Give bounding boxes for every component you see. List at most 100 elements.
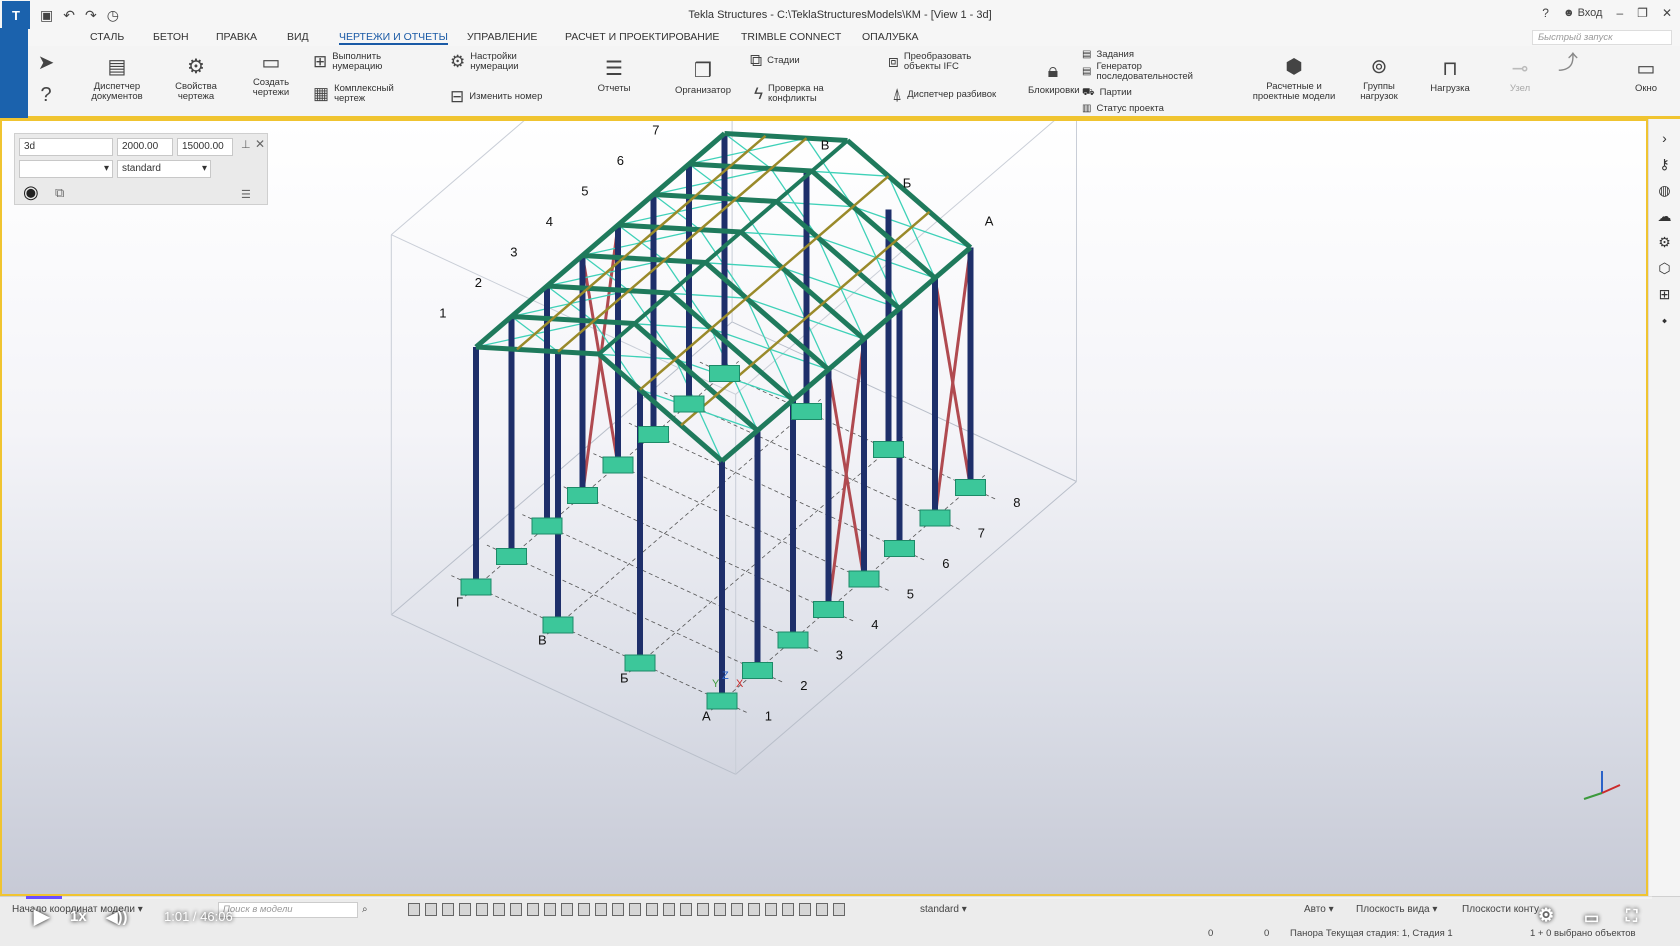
globe-icon[interactable]: ◍ bbox=[1657, 183, 1673, 197]
convert-ifc-button[interactable]: ⧈ Преобразовать объекты IFC bbox=[888, 52, 984, 72]
link-tools-button[interactable]: ⤴ bbox=[1550, 52, 1586, 78]
settings-icon[interactable]: ⚙ bbox=[1538, 905, 1554, 926]
status-representation-select[interactable]: standard ▾ bbox=[920, 904, 967, 915]
snap-tool-icon[interactable] bbox=[425, 903, 437, 916]
load-groups-button[interactable]: ⊚ Группы нагрузок bbox=[1356, 56, 1402, 103]
redo-icon[interactable]: ↷ bbox=[85, 7, 97, 24]
search-icon[interactable]: ⌕ bbox=[362, 904, 368, 915]
snap-tool-icon[interactable] bbox=[731, 903, 743, 916]
snap-tool-icon[interactable] bbox=[578, 903, 590, 916]
reports-button[interactable]: ☰ Отчеты bbox=[593, 58, 635, 94]
drawing-props-button[interactable]: ⚙ Свойства чертежа bbox=[166, 56, 226, 103]
fullscreen-icon[interactable]: ⛶ bbox=[1626, 908, 1637, 926]
load-button[interactable]: ⊓ Нагрузка bbox=[1424, 58, 1476, 94]
phases-button[interactable]: ⧉ Стадии bbox=[750, 52, 800, 70]
window-button[interactable]: ▭ Окно bbox=[1624, 58, 1668, 94]
contour-plane-select[interactable]: Плоскости конту bbox=[1462, 904, 1539, 915]
history-icon[interactable]: ◷ bbox=[107, 7, 119, 24]
tab-edit[interactable]: ПРАВКА bbox=[216, 31, 257, 43]
gear-icon[interactable]: ⚙ bbox=[1657, 235, 1673, 249]
snap-tool-icon[interactable] bbox=[629, 903, 641, 916]
tab-steel[interactable]: СТАЛЬ bbox=[90, 31, 124, 43]
inquire-tool-icon[interactable]: ? bbox=[32, 84, 60, 110]
create-drawings-button[interactable]: ▭ Создать чертежи bbox=[246, 52, 296, 99]
snap-tool-icon[interactable] bbox=[493, 903, 505, 916]
organizer-button[interactable]: ❒ Организатор bbox=[670, 60, 736, 96]
minimize-icon[interactable]: – bbox=[1616, 6, 1623, 20]
side-pane-toggle[interactable] bbox=[0, 28, 28, 118]
layout-manager-button[interactable]: ⍋ Диспетчер разбивок bbox=[892, 86, 996, 104]
restore-icon[interactable]: ❐ bbox=[1637, 6, 1648, 20]
snap-tool-icon[interactable] bbox=[476, 903, 488, 916]
snap-tool-icon[interactable] bbox=[765, 903, 777, 916]
tab-trimble-connect[interactable]: TRIMBLE CONNECT bbox=[741, 31, 841, 43]
structure-model-drawing[interactable]: АБВГ1122334455667788АБВГYZX bbox=[2, 121, 1646, 894]
snap-tool-icon[interactable] bbox=[510, 903, 522, 916]
snap-tool-icon[interactable] bbox=[442, 903, 454, 916]
locks-label: Блокировки bbox=[1028, 85, 1080, 96]
tab-view[interactable]: ВИД bbox=[287, 31, 309, 43]
grid-icon[interactable]: ⊞ bbox=[1657, 287, 1673, 301]
work-area-edge bbox=[391, 614, 736, 775]
do-numbering-button[interactable]: ⊞ Выполнить нумерацию bbox=[313, 52, 433, 72]
locks-button[interactable]: 🔒︎ Блокировки bbox=[1028, 60, 1080, 96]
numbering-settings-button[interactable]: ⚙ Настройки нумерации bbox=[450, 52, 570, 72]
view-plane-select[interactable]: Плоскость вида ▾ bbox=[1356, 904, 1437, 915]
chevron-right-icon[interactable]: › bbox=[1657, 131, 1673, 145]
analysis-models-button[interactable]: ⬢ Расчетные и проектные модели bbox=[1248, 56, 1340, 103]
cloud-icon[interactable]: ☁ bbox=[1657, 209, 1673, 223]
snap-tool-icon[interactable] bbox=[714, 903, 726, 916]
clash-check-button[interactable]: ϟ Проверка на конфликты bbox=[754, 84, 838, 104]
nodes-button[interactable]: ⊸ Узел bbox=[1502, 58, 1538, 94]
volume-icon[interactable]: ◀)) bbox=[106, 908, 128, 926]
snap-tool-icon[interactable] bbox=[833, 903, 845, 916]
snap-tool-icon[interactable] bbox=[595, 903, 607, 916]
tab-concrete[interactable]: БЕТОН bbox=[153, 31, 189, 43]
tab-manage[interactable]: УПРАВЛЕНИЕ bbox=[467, 31, 537, 43]
snap-tool-icon[interactable] bbox=[748, 903, 760, 916]
lots-button[interactable]: ⛟ Партии bbox=[1082, 87, 1132, 99]
theater-mode-icon[interactable]: ▭ bbox=[1584, 908, 1599, 928]
snap-tool-icon[interactable] bbox=[561, 903, 573, 916]
organizer-icon: ❒ bbox=[694, 60, 712, 82]
sequence-gen-button[interactable]: ▤ Генератор последовательностей bbox=[1082, 62, 1206, 82]
project-status-button[interactable]: ▥ Статус проекта bbox=[1082, 103, 1164, 115]
speed-button[interactable]: 1x bbox=[70, 908, 87, 925]
snap-tool-icon[interactable] bbox=[663, 903, 675, 916]
select-tool-icon[interactable]: ➤ bbox=[32, 52, 60, 78]
snap-tool-icon[interactable] bbox=[527, 903, 539, 916]
snap-tool-icon[interactable] bbox=[646, 903, 658, 916]
help-icon[interactable]: ? bbox=[1542, 6, 1549, 20]
login-button[interactable]: ☻ Вход bbox=[1563, 7, 1603, 19]
tag-icon[interactable]: ⬩ bbox=[1657, 313, 1673, 327]
work-area-edge bbox=[735, 481, 1077, 775]
save-icon[interactable]: ▣ bbox=[40, 7, 53, 24]
snap-tool-icon[interactable] bbox=[680, 903, 692, 916]
undo-icon[interactable]: ↶ bbox=[63, 7, 75, 24]
doc-manager-button[interactable]: ▤ Диспетчер документов bbox=[84, 56, 150, 103]
phases-label: Стадии bbox=[767, 54, 800, 66]
snap-tool-icon[interactable] bbox=[612, 903, 624, 916]
model-search-input[interactable]: Поиск в модели bbox=[218, 902, 358, 918]
tekla-logo-icon[interactable]: T bbox=[2, 1, 30, 29]
quick-launch-input[interactable]: Быстрый запуск bbox=[1532, 30, 1672, 45]
key-icon[interactable]: ⚷ bbox=[1657, 157, 1673, 171]
change-number-button[interactable]: ⊟ Изменить номер bbox=[450, 88, 580, 106]
snap-tool-icon[interactable] bbox=[544, 903, 556, 916]
tab-analysis-design[interactable]: РАСЧЕТ И ПРОЕКТИРОВАНИЕ bbox=[565, 31, 719, 43]
snap-tool-icon[interactable] bbox=[816, 903, 828, 916]
snap-tool-icon[interactable] bbox=[408, 903, 420, 916]
tasks-button[interactable]: ▤ Задания bbox=[1082, 49, 1134, 61]
auto-select[interactable]: Авто ▾ bbox=[1304, 904, 1334, 915]
tab-drawings-reports[interactable]: ЧЕРТЕЖИ И ОТЧЕТЫ bbox=[339, 31, 448, 45]
complex-drawing-button[interactable]: ▦ Комплексный чертеж bbox=[313, 84, 433, 104]
box-icon[interactable]: ⬡ bbox=[1657, 261, 1673, 275]
snap-tool-icon[interactable] bbox=[697, 903, 709, 916]
tab-formwork[interactable]: ОПАЛУБКА bbox=[862, 31, 919, 43]
snap-tool-icon[interactable] bbox=[799, 903, 811, 916]
model-viewport-3d[interactable]: 3d 2000.00 15000.00 ▾ standard ▾ ◉ ⧉ ⊥ ✕ … bbox=[0, 119, 1648, 896]
play-icon[interactable]: ▶ bbox=[34, 904, 49, 929]
close-icon[interactable]: ✕ bbox=[1662, 6, 1672, 20]
snap-tool-icon[interactable] bbox=[782, 903, 794, 916]
snap-tool-icon[interactable] bbox=[459, 903, 471, 916]
